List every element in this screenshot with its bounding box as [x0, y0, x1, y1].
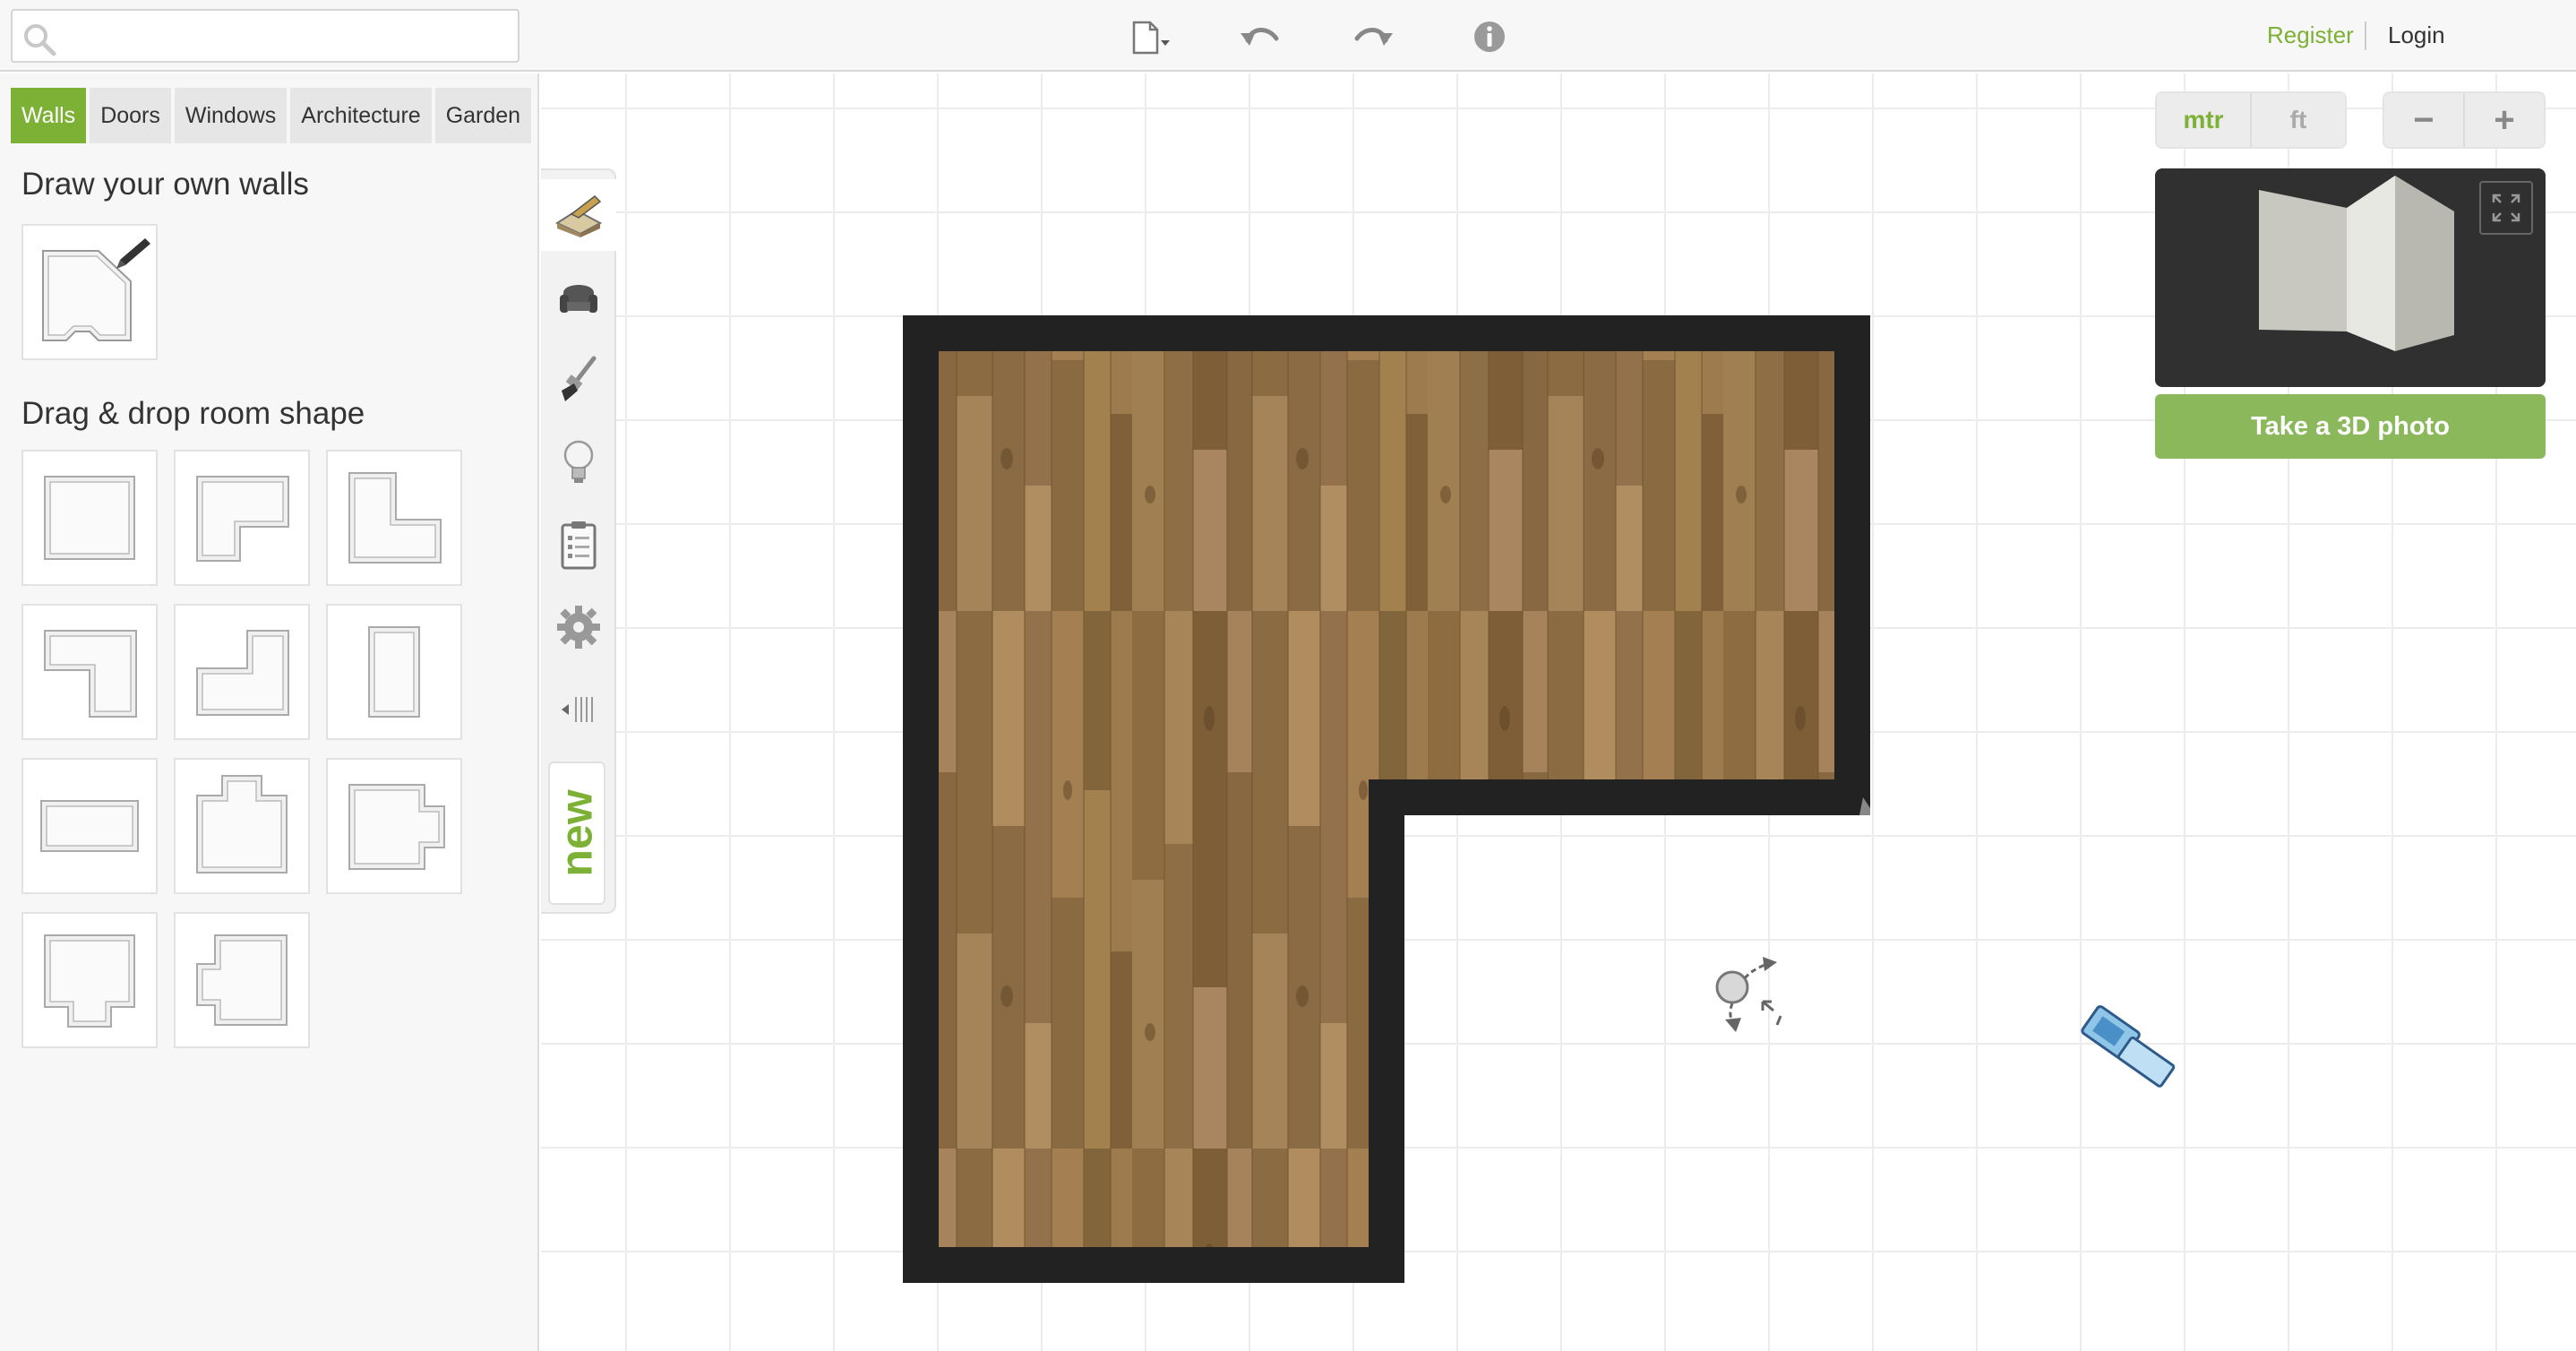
login-link[interactable]: Login: [2388, 22, 2445, 49]
draw-walls-tool[interactable]: [21, 224, 158, 360]
room-shape-l4-icon: [196, 630, 289, 716]
new-label: new: [552, 789, 602, 877]
room-shape-l3-icon: [44, 630, 137, 718]
category-tabs: Walls Doors Windows Architecture Garden: [11, 88, 532, 143]
unit-toggle: mtr ft: [2155, 91, 2347, 149]
collapse-icon: [562, 697, 593, 722]
lighting-tool[interactable]: [541, 426, 616, 498]
room-shape-narrow[interactable]: [326, 604, 462, 740]
furniture-icon: [560, 285, 597, 313]
zoom-out-button[interactable]: −: [2384, 93, 2463, 147]
room-shape-notch-bottom[interactable]: [21, 912, 158, 1048]
room-shape-cross-icon: [196, 934, 288, 1026]
construction-tool[interactable]: [541, 179, 616, 251]
settings-icon: [557, 606, 600, 649]
rotate-handle: [1715, 957, 1782, 1032]
document-menu-icon: [1132, 21, 1170, 55]
tab-windows[interactable]: Windows: [174, 88, 288, 143]
room-shape-l-top-left[interactable]: [326, 450, 462, 586]
document-menu-button[interactable]: [1129, 14, 1173, 59]
search-icon: [24, 24, 56, 56]
room-shape-notch-icon: [44, 934, 135, 1028]
room-shape-cross[interactable]: [174, 912, 310, 1048]
tab-doors[interactable]: Doors: [90, 88, 171, 143]
room-shape-t-icon: [196, 775, 288, 873]
paint-tool[interactable]: [541, 344, 616, 416]
undo-button[interactable]: [1238, 14, 1283, 59]
left-panel: Walls Doors Windows Architecture Garden …: [0, 73, 539, 1351]
zoom-in-button[interactable]: +: [2465, 93, 2544, 147]
room-shape-square-icon: [44, 476, 135, 560]
room-shape-bay-icon: [348, 784, 445, 870]
tab-walls[interactable]: Walls: [11, 88, 87, 143]
tab-architecture[interactable]: Architecture: [290, 88, 432, 143]
top-bar: Register Login: [0, 0, 2576, 72]
redo-icon: [1354, 28, 1393, 46]
redo-button[interactable]: [1351, 14, 1395, 59]
lighting-icon: [563, 440, 594, 483]
tab-garden[interactable]: Garden: [434, 88, 532, 143]
new-feature-badge[interactable]: new: [548, 762, 605, 905]
info-icon: [1474, 22, 1505, 52]
room-shape-l-bottom-right[interactable]: [174, 604, 310, 740]
zoom-controls: − +: [2383, 91, 2546, 149]
furniture-tool[interactable]: [541, 262, 616, 333]
room-shape-l2-icon: [348, 472, 442, 564]
search-input[interactable]: [63, 18, 511, 54]
checklist-icon: [561, 521, 597, 570]
settings-tool[interactable]: [541, 591, 616, 663]
search-box[interactable]: [11, 9, 519, 63]
room-shape-l-icon: [196, 476, 289, 562]
camera-icon: [2081, 1005, 2176, 1088]
info-button[interactable]: [1467, 14, 1512, 59]
expand-preview-button[interactable]: [2479, 181, 2533, 235]
paint-icon: [562, 356, 597, 401]
expand-icon: [2492, 194, 2520, 222]
room-shape-narrow-icon: [368, 626, 420, 718]
unit-metric-button[interactable]: mtr: [2157, 93, 2250, 147]
room-shape-l-bottom-left[interactable]: [174, 450, 310, 586]
room-shapes-title: Drag & drop room shape: [21, 396, 365, 431]
collapse-panel-button[interactable]: [541, 674, 616, 745]
room-shape-square[interactable]: [21, 450, 158, 586]
auth-divider: [2365, 22, 2366, 50]
room-shape-wide-icon: [40, 800, 139, 852]
undo-icon: [1241, 28, 1279, 46]
room-shape-l-top-right[interactable]: [21, 604, 158, 740]
unit-imperial-button[interactable]: ft: [2252, 93, 2345, 147]
draw-walls-title: Draw your own walls: [21, 167, 309, 202]
draw-walls-icon: [42, 238, 150, 341]
room-shape-bay[interactable]: [326, 758, 462, 894]
register-link[interactable]: Register: [2267, 22, 2354, 49]
room-shape-wide[interactable]: [21, 758, 158, 894]
take-3d-photo-button[interactable]: Take a 3D photo: [2155, 394, 2546, 459]
vertical-toolbar: new: [541, 168, 616, 914]
checklist-tool[interactable]: [541, 509, 616, 581]
room-shape-t[interactable]: [174, 758, 310, 894]
construction-icon: [554, 195, 603, 237]
3d-preview[interactable]: [2155, 168, 2546, 387]
